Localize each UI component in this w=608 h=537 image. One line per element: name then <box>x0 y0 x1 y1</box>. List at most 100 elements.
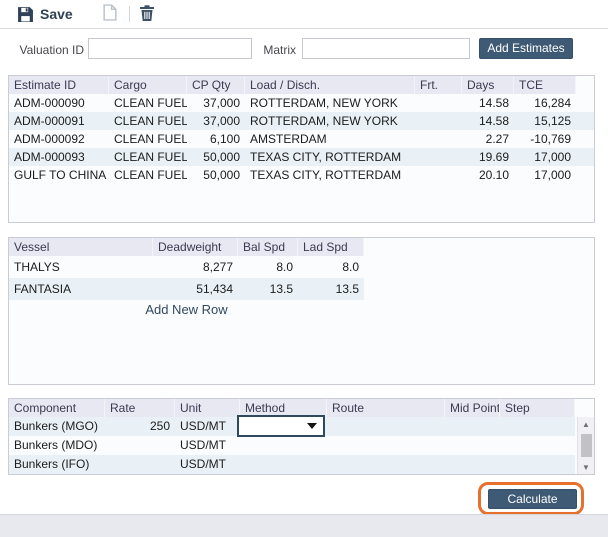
cell-load-disch: TEXAS CITY, ROTTERDAM <box>245 148 415 166</box>
cell-cp-qty: 6,100 <box>187 130 245 148</box>
cell-estimate-id: ADM-000091 <box>9 112 109 130</box>
column-header[interactable]: Days <box>462 76 514 94</box>
chevron-up-icon: ▲ <box>582 420 590 429</box>
column-header[interactable]: Frt. <box>415 76 462 94</box>
cell-deadweight: 8,277 <box>153 256 238 278</box>
valuation-id-label: Valuation ID <box>8 40 84 60</box>
cell-estimate-id: ADM-000092 <box>9 130 109 148</box>
column-header[interactable]: Cargo <box>109 76 187 94</box>
cell-step <box>500 436 575 455</box>
cell-method <box>240 455 327 474</box>
cell-estimate-id: ADM-000090 <box>9 94 109 112</box>
vessels-table: Vessel Deadweight Bal Spd Lad Spd THALYS… <box>8 237 595 385</box>
table-row[interactable]: GULF TO CHINA CLEAN FUEL 50,000 TEXAS CI… <box>9 166 594 184</box>
estimates-table: Estimate ID Cargo CP Qty Load / Disch. F… <box>8 75 595 223</box>
chevron-down-icon <box>307 423 317 429</box>
column-header[interactable]: TCE <box>514 76 576 94</box>
cell-step <box>500 417 575 436</box>
calculate-button[interactable]: Calculate <box>488 489 577 509</box>
column-header[interactable]: Rate <box>105 399 175 417</box>
cell-component: Bunkers (IFO) <box>9 455 105 474</box>
cell-lad-spd: 13.5 <box>298 278 364 300</box>
column-header[interactable]: Mid Point <box>445 399 500 417</box>
save-label: Save <box>40 6 73 22</box>
column-header[interactable]: Unit <box>175 399 240 417</box>
cell-tce: 17,000 <box>514 148 576 166</box>
cell-rate <box>105 436 175 455</box>
column-header[interactable]: Lad Spd <box>298 238 364 256</box>
scroll-up-button[interactable]: ▲ <box>578 417 595 431</box>
scrollbar-thumb[interactable] <box>581 434 592 457</box>
cell-lad-spd: 8.0 <box>298 256 364 278</box>
cell-days: 2.27 <box>462 130 514 148</box>
cell-load-disch: TEXAS CITY, ROTTERDAM <box>245 166 415 184</box>
cell-cp-qty: 37,000 <box>187 112 245 130</box>
column-header[interactable]: Vessel <box>9 238 153 256</box>
cell-vessel: THALYS <box>9 256 153 278</box>
estimates-table-header: Estimate ID Cargo CP Qty Load / Disch. F… <box>9 76 594 94</box>
cell-cargo: CLEAN FUEL <box>109 94 187 112</box>
cell-cargo: CLEAN FUEL <box>109 148 187 166</box>
column-header[interactable]: Bal Spd <box>238 238 298 256</box>
column-header[interactable]: Deadweight <box>153 238 238 256</box>
cell-cp-qty: 50,000 <box>187 148 245 166</box>
table-row[interactable]: ADM-000093 CLEAN FUEL 50,000 TEXAS CITY,… <box>9 148 594 166</box>
cell-cargo: CLEAN FUEL <box>109 112 187 130</box>
cell-frt <box>415 166 462 184</box>
new-document-icon <box>103 4 117 24</box>
column-header[interactable]: Load / Disch. <box>245 76 415 94</box>
table-row[interactable]: Bunkers (MDO) USD/MT <box>9 436 575 455</box>
column-header[interactable]: Step <box>500 399 575 417</box>
vessels-table-header: Vessel Deadweight Bal Spd Lad Spd <box>9 238 594 256</box>
status-bar <box>0 514 608 537</box>
cell-frt <box>415 130 462 148</box>
cell-tce: -10,769 <box>514 130 576 148</box>
method-select[interactable] <box>237 415 325 437</box>
column-header[interactable]: CP Qty <box>187 76 245 94</box>
cell-rate <box>105 455 175 474</box>
cell-days: 19.69 <box>462 148 514 166</box>
cell-deadweight: 51,434 <box>153 278 238 300</box>
cell-rate: 250 <box>105 417 175 436</box>
cell-estimate-id: GULF TO CHINA <box>9 166 109 184</box>
cell-bal-spd: 13.5 <box>238 278 298 300</box>
table-row[interactable]: ADM-000090 CLEAN FUEL 37,000 ROTTERDAM, … <box>9 94 594 112</box>
cell-mid-point <box>445 436 500 455</box>
scroll-down-button[interactable]: ▼ <box>578 460 595 474</box>
cell-cp-qty: 37,000 <box>187 94 245 112</box>
cell-tce: 16,284 <box>514 94 576 112</box>
cell-tce: 17,000 <box>514 166 576 184</box>
table-row[interactable]: ADM-000091 CLEAN FUEL 37,000 ROTTERDAM, … <box>9 112 594 130</box>
cell-load-disch: AMSTERDAM <box>245 130 415 148</box>
delete-button[interactable] <box>140 5 154 24</box>
cell-estimate-id: ADM-000093 <box>9 148 109 166</box>
estimate-valuation-window: Save Valuation ID Matrix Add Estimates E… <box>0 0 608 537</box>
matrix-input[interactable] <box>302 38 470 59</box>
cell-frt <box>415 112 462 130</box>
column-header[interactable]: Route <box>327 399 445 417</box>
cell-days: 14.58 <box>462 94 514 112</box>
column-header[interactable]: Component <box>9 399 105 417</box>
cell-frt <box>415 148 462 166</box>
new-document-button[interactable] <box>103 4 117 24</box>
save-button[interactable]: Save <box>17 6 73 23</box>
toolbar-divider <box>129 6 130 22</box>
cell-cargo: CLEAN FUEL <box>109 130 187 148</box>
cell-cargo: CLEAN FUEL <box>109 166 187 184</box>
valuation-id-input[interactable] <box>88 38 252 59</box>
add-estimates-button[interactable]: Add Estimates <box>479 38 573 59</box>
table-row[interactable]: THALYS 8,277 8.0 8.0 <box>9 256 364 278</box>
cell-route <box>327 455 445 474</box>
cell-unit: USD/MT <box>175 455 240 474</box>
cell-unit: USD/MT <box>175 436 240 455</box>
cell-load-disch: ROTTERDAM, NEW YORK <box>245 94 415 112</box>
table-row[interactable]: ADM-000092 CLEAN FUEL 6,100 AMSTERDAM 2.… <box>9 130 594 148</box>
add-new-row-link[interactable]: Add New Row <box>9 302 364 317</box>
cell-cp-qty: 50,000 <box>187 166 245 184</box>
vertical-scrollbar[interactable]: ▲ ▼ <box>577 417 594 474</box>
table-row[interactable]: Bunkers (IFO) USD/MT <box>9 455 575 474</box>
cell-tce: 15,125 <box>514 112 576 130</box>
table-row[interactable]: FANTASIA 51,434 13.5 13.5 <box>9 278 364 300</box>
cell-days: 14.58 <box>462 112 514 130</box>
column-header[interactable]: Estimate ID <box>9 76 109 94</box>
